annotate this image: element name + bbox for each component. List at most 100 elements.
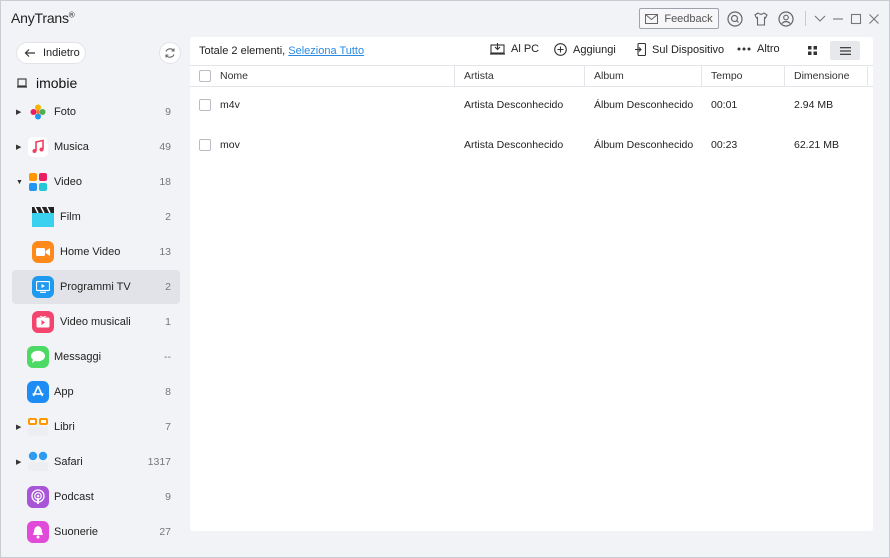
list-view-button[interactable]	[830, 41, 860, 60]
expand-arrow-icon[interactable]: ▶	[16, 458, 21, 466]
sidebar-item-messaggi[interactable]: Messaggi --	[12, 340, 180, 374]
back-label: Indietro	[43, 47, 80, 59]
app-title: AnyTrans®	[11, 10, 75, 26]
mail-icon	[645, 13, 659, 24]
column-header-name[interactable]: Nome	[220, 66, 248, 87]
to-device-button[interactable]: Sul Dispositivo	[635, 43, 724, 56]
add-button[interactable]: Aggiungi	[554, 43, 616, 56]
podcast-icon	[27, 486, 49, 508]
sidebar-item-count: 27	[159, 526, 171, 538]
sidebar-item-libri[interactable]: ▶ Libri 7	[12, 410, 180, 444]
cell-album: Álbum Desconhecido	[594, 99, 694, 111]
column-divider[interactable]	[784, 66, 785, 87]
close-icon[interactable]	[865, 10, 883, 28]
sidebar-item-count: 9	[165, 491, 171, 503]
content-toolbar: Totale 2 elementi, Seleziona Tutto Al PC…	[190, 37, 873, 65]
cell-size: 62.21 MB	[794, 139, 839, 151]
media-table: Nome Artista Album Tempo Dimensione m4v …	[190, 65, 873, 167]
sidebar-item-video[interactable]: ▼ Video 18	[12, 165, 180, 199]
column-divider[interactable]	[701, 66, 702, 87]
expand-arrow-icon[interactable]: ▶	[16, 108, 21, 116]
column-header-album[interactable]: Album	[594, 66, 624, 87]
column-divider[interactable]	[584, 66, 585, 87]
cell-time: 00:01	[711, 99, 738, 111]
search-icon[interactable]	[726, 10, 744, 28]
feedback-button[interactable]: Feedback	[639, 8, 719, 29]
select-all-checkbox[interactable]	[199, 70, 211, 82]
expand-arrow-icon[interactable]: ▶	[16, 423, 21, 431]
sidebar-item-count: 49	[159, 141, 171, 153]
more-button[interactable]: Altro	[737, 43, 780, 55]
sidebar-item-label: Safari	[54, 456, 83, 468]
expand-arrow-icon[interactable]: ▶	[16, 143, 21, 151]
to-device-icon	[635, 43, 646, 56]
sidebar-item-film[interactable]: Film 2	[12, 200, 180, 234]
back-button[interactable]: Indietro	[16, 42, 86, 64]
title-bar: AnyTrans® Feedback	[1, 1, 889, 37]
safari-icon	[27, 451, 49, 473]
sidebar-item-home-video[interactable]: Home Video 13	[12, 235, 180, 269]
sidebar-item-count: 1	[165, 316, 171, 328]
cell-size: 2.94 MB	[794, 99, 834, 111]
row-checkbox[interactable]	[199, 99, 211, 111]
to-pc-label: Al PC	[511, 43, 540, 55]
grid-view-button[interactable]	[797, 41, 827, 60]
sidebar-item-app[interactable]: App 8	[12, 375, 180, 409]
sidebar-item-label: Foto	[54, 106, 77, 118]
app-window: AnyTrans® Feedback Indietro imobie ▶ Fot…	[0, 0, 890, 558]
to-pc-button[interactable]: Al PC	[490, 43, 539, 55]
sidebar-item-label: Libri	[54, 421, 75, 433]
tshirt-icon[interactable]	[752, 10, 770, 28]
film-icon	[32, 207, 54, 227]
table-row[interactable]: mov Artista Desconhecido Álbum Desconhec…	[190, 127, 873, 167]
feedback-label: Feedback	[664, 12, 713, 25]
account-icon[interactable]	[777, 10, 795, 28]
column-header-time[interactable]: Tempo	[711, 66, 743, 87]
select-all-link[interactable]: Seleziona Tutto	[288, 45, 364, 57]
sidebar-item-label: Suonerie	[54, 526, 99, 538]
column-divider[interactable]	[867, 66, 868, 87]
collapse-arrow-icon[interactable]: ▼	[16, 179, 23, 186]
sidebar-item-count: 18	[159, 176, 171, 188]
row-checkbox[interactable]	[199, 139, 211, 151]
sidebar-item-foto[interactable]: ▶ Foto 9	[12, 95, 180, 129]
home-video-icon	[32, 241, 54, 263]
minimize-icon[interactable]	[829, 10, 847, 28]
plus-circle-icon	[554, 43, 567, 56]
table-header: Nome Artista Album Tempo Dimensione	[190, 65, 873, 87]
table-row[interactable]: m4v Artista Desconhecido Álbum Desconhec…	[190, 87, 873, 127]
sidebar-item-label: App	[54, 386, 74, 398]
column-header-artist[interactable]: Artista	[464, 66, 494, 87]
sidebar-item-count: 1317	[147, 456, 171, 468]
more-label: Altro	[757, 43, 780, 55]
sidebar-item-label: Home Video	[60, 246, 121, 258]
list-view-icon	[839, 46, 851, 55]
chevron-down-icon[interactable]	[811, 10, 829, 28]
sidebar-item-label: Video	[54, 176, 82, 188]
sidebar-item-suonerie[interactable]: Suonerie 27	[12, 515, 180, 549]
sidebar-item-musica[interactable]: ▶ Musica 49	[12, 130, 180, 164]
sidebar-item-count: --	[164, 351, 171, 363]
sidebar-item-safari[interactable]: ▶ Safari 1317	[12, 445, 180, 479]
app-store-icon	[27, 381, 49, 403]
column-header-size[interactable]: Dimensione	[794, 66, 849, 87]
photos-icon	[28, 102, 48, 122]
more-dots-icon	[737, 47, 751, 51]
column-divider[interactable]	[454, 66, 455, 87]
video-icon	[28, 172, 48, 192]
item-summary: Totale 2 elementi, Seleziona Tutto	[199, 45, 364, 57]
refresh-button[interactable]	[159, 42, 181, 64]
sidebar-item-count: 13	[159, 246, 171, 258]
sidebar-item-podcast[interactable]: Podcast 9	[12, 480, 180, 514]
grid-view-icon	[807, 46, 817, 55]
device-name: imobie	[36, 75, 78, 91]
sidebar-item-label: Musica	[54, 141, 89, 153]
sidebar-item-programmi-tv[interactable]: Programmi TV 2	[12, 270, 180, 304]
maximize-icon[interactable]	[847, 10, 865, 28]
sidebar-item-video-musicali[interactable]: Video musicali 1	[12, 305, 180, 339]
cell-name: mov	[220, 139, 240, 151]
cell-name: m4v	[220, 99, 240, 111]
refresh-icon	[165, 48, 175, 58]
cell-artist: Artista Desconhecido	[464, 99, 564, 111]
sidebar-item-count: 2	[165, 281, 171, 293]
